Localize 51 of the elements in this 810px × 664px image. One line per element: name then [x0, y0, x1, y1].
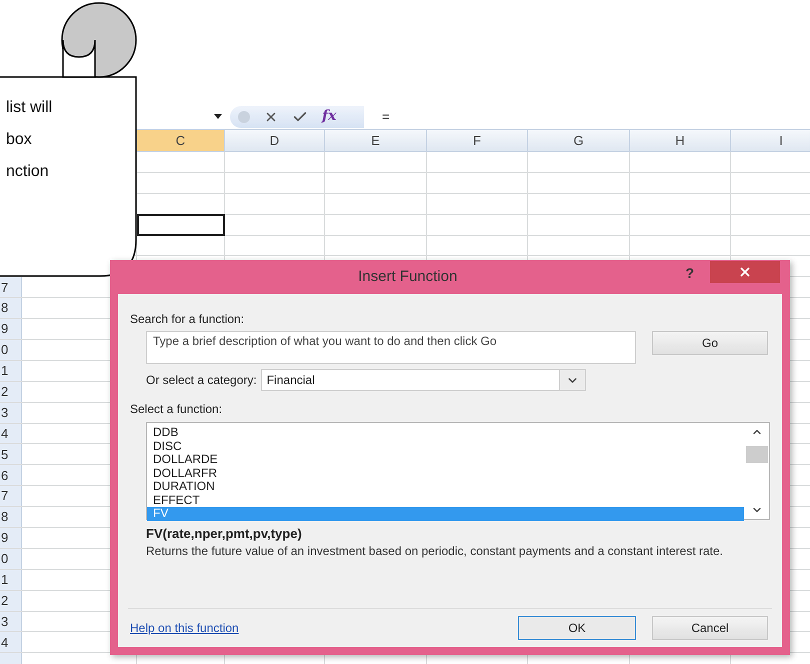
row-number[interactable]: 4	[0, 632, 22, 652]
function-item[interactable]: DDB	[147, 426, 744, 440]
row-number[interactable]: 2	[0, 590, 22, 611]
function-signature: FV(rate,nper,pmt,pv,type)	[146, 525, 303, 543]
row-number[interactable]: 6	[0, 465, 22, 486]
insert-function-button[interactable]: fx	[322, 106, 336, 127]
category-dropdown[interactable]: Financial	[260, 369, 586, 391]
callout-text: list will box nction	[6, 98, 52, 182]
row-number[interactable]: 1	[0, 360, 22, 381]
close-button[interactable]	[710, 261, 780, 283]
go-button[interactable]: Go	[652, 331, 768, 355]
row-number[interactable]: 7	[0, 277, 22, 298]
row-number[interactable]: 4	[0, 424, 22, 444]
function-item[interactable]: DOLLARFR	[147, 466, 744, 480]
dialog-title: Insert Function	[357, 266, 458, 287]
caret-icon[interactable]	[214, 114, 222, 119]
column-header[interactable]: C	[137, 130, 225, 151]
row-number[interactable]: 1	[0, 570, 22, 590]
scroll-thumb[interactable]	[746, 446, 768, 462]
close-icon	[738, 265, 752, 279]
function-item[interactable]: DURATION	[147, 480, 744, 494]
row-number[interactable]: 5	[0, 444, 22, 464]
function-item[interactable]: DISC	[147, 440, 744, 453]
formula-text: =	[382, 108, 390, 126]
help-button[interactable]: ?	[685, 262, 694, 284]
row-number[interactable]: 8	[0, 507, 22, 528]
row-number[interactable]: 9	[0, 528, 22, 548]
row-number[interactable]: 7	[0, 486, 22, 506]
row-number[interactable]: 3	[0, 402, 22, 423]
row-number[interactable]: 3	[0, 612, 22, 632]
cancel-button[interactable]: Cancel	[652, 616, 768, 640]
function-item[interactable]: DOLLARDE	[147, 453, 744, 466]
row-number[interactable]: 0	[0, 548, 22, 569]
column-header[interactable]: D	[225, 130, 325, 151]
category-label: Or select a category:	[146, 372, 257, 389]
search-label: Search for a function:	[130, 311, 246, 328]
ok-button[interactable]: OK	[518, 616, 636, 640]
row-number[interactable]: 2	[0, 382, 22, 402]
function-item[interactable]: EFFECT	[147, 494, 744, 507]
search-field[interactable]: Type a brief description of what you want to do and then click Go	[146, 331, 636, 364]
column-header[interactable]: G	[528, 130, 630, 151]
row-number[interactable]: 8	[0, 298, 22, 318]
function-description: Returns the future value of an investment based on periodic, constant payments and a constant interest rate.	[146, 544, 724, 558]
column-header[interactable]: H	[630, 130, 731, 151]
row-number[interactable]: 9	[0, 319, 22, 340]
row-number[interactable]: 0	[0, 340, 22, 360]
help-link[interactable]: Help on this function	[130, 619, 239, 637]
column-header[interactable]: I	[731, 130, 810, 151]
list-label: Select a function:	[130, 401, 224, 418]
column-header[interactable]: F	[427, 130, 528, 151]
column-header[interactable]: E	[325, 130, 427, 151]
